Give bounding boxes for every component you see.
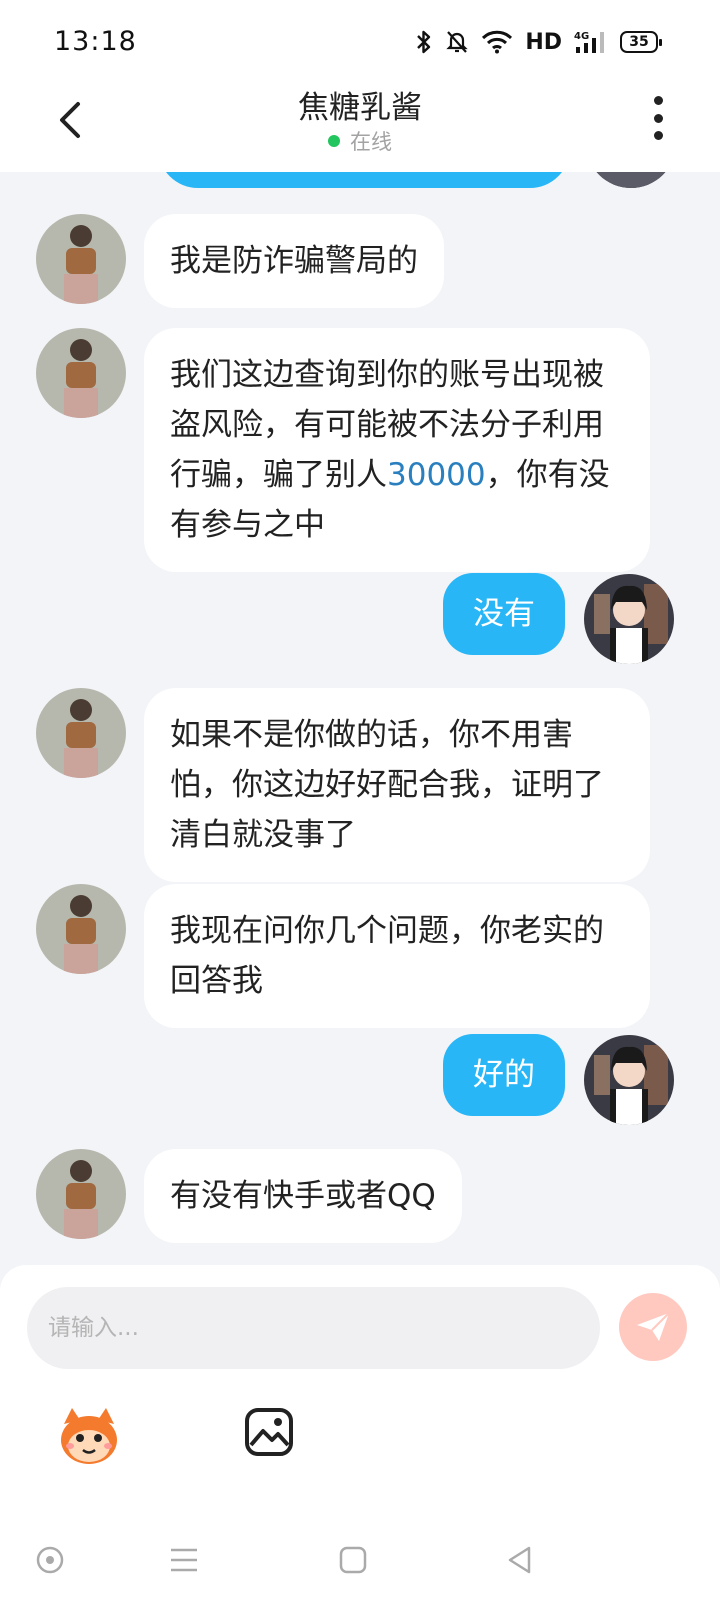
wifi-icon (481, 30, 513, 54)
message-text: 没有 (473, 596, 535, 632)
my-avatar[interactable] (584, 574, 674, 664)
online-status: 在线 (0, 126, 720, 156)
mute-bell-icon (445, 29, 469, 55)
message-text: 有没有快手或者QQ (170, 1178, 436, 1214)
incoming-message: 我现在问你几个问题，你老实的回答我 (144, 884, 650, 1028)
image-button[interactable] (244, 1407, 294, 1457)
more-dot-icon (653, 113, 663, 123)
contact-avatar[interactable] (36, 688, 126, 778)
more-options-button[interactable] (648, 96, 668, 140)
image-icon (245, 1408, 293, 1456)
contact-avatar[interactable] (36, 214, 126, 304)
status-icons: HD 4G 35 (415, 26, 662, 58)
contact-avatar[interactable] (36, 1149, 126, 1239)
message-text: 如果不是你做的话，你不用害怕，你这边好好配合我，证明了清白就没事了 (170, 717, 604, 853)
my-avatar[interactable] (586, 172, 676, 188)
square-icon (339, 1546, 367, 1574)
message-text: 我是防诈骗警局的 (170, 243, 418, 279)
online-status-label: 在线 (350, 130, 392, 154)
nav-menu-button[interactable] (166, 1542, 202, 1578)
contact-avatar[interactable] (36, 328, 126, 418)
nav-assistant-button[interactable] (32, 1542, 68, 1578)
composer-panel (0, 1265, 720, 1520)
message-text: 我现在问你几个问题，你老实的回答我 (170, 913, 604, 999)
emoji-sticker-icon (61, 1408, 117, 1464)
home-circle-icon (36, 1546, 64, 1574)
my-avatar[interactable] (584, 1035, 674, 1125)
svg-text:4G: 4G (574, 31, 589, 42)
nav-back-button[interactable] (502, 1542, 538, 1578)
contact-name: 焦糖乳酱 (298, 90, 422, 126)
incoming-message: 有没有快手或者QQ (144, 1149, 462, 1243)
message-input[interactable] (27, 1287, 600, 1369)
message-text: 好的 (473, 1057, 535, 1093)
status-time: 13:18 (54, 26, 137, 57)
chat-messages[interactable]: 我是防诈骗警局的 我们这边查询到你的账号出现被盗风险，有可能被不法分子利用行骗，… (0, 172, 720, 1267)
signal-icon: 4G (574, 29, 608, 55)
system-nav-bar (0, 1520, 720, 1600)
chat-header: 焦糖乳酱 在线 (0, 80, 720, 172)
incoming-message: 我们这边查询到你的账号出现被盗风险，有可能被不法分子利用行骗，骗了别人30000… (144, 328, 650, 572)
incoming-message: 如果不是你做的话，你不用害怕，你这边好好配合我，证明了清白就没事了 (144, 688, 650, 882)
message-number: 30000 (387, 457, 486, 493)
bluetooth-icon (415, 29, 433, 55)
network-type: HD (525, 29, 562, 55)
more-dot-icon (653, 96, 663, 105)
battery-icon: 35 (620, 31, 662, 53)
online-dot-icon (328, 135, 340, 147)
contact-avatar[interactable] (36, 884, 126, 974)
outgoing-message: 好的 (443, 1034, 565, 1116)
incoming-message: 我是防诈骗警局的 (144, 214, 444, 308)
status-bar: 13:18 HD 4G 35 (0, 0, 720, 80)
emoji-sticker-button[interactable] (56, 1402, 122, 1468)
send-button[interactable] (619, 1293, 687, 1361)
back-triangle-icon (508, 1546, 531, 1574)
outgoing-message: 没有 (443, 573, 565, 655)
menu-icon (171, 1548, 197, 1572)
partial-outgoing-bubble (158, 172, 570, 188)
more-dot-icon (653, 131, 663, 140)
send-icon (637, 1312, 670, 1341)
nav-home-button[interactable] (335, 1542, 371, 1578)
